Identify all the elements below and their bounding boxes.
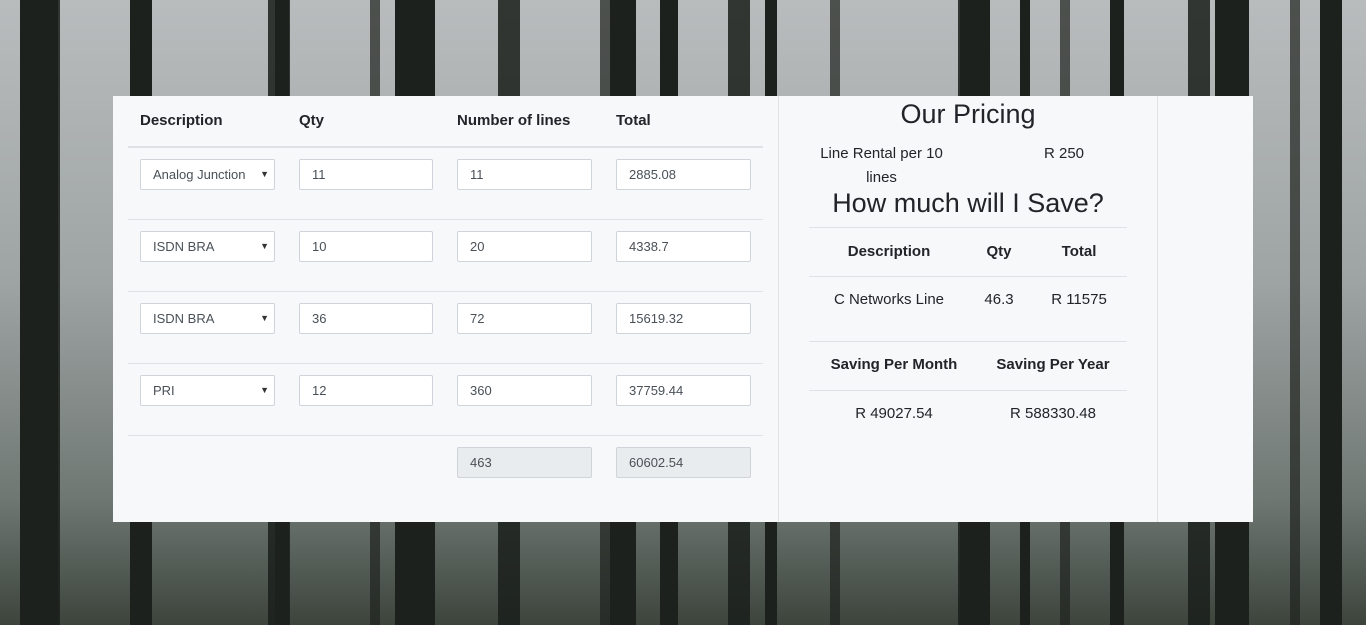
qty-input[interactable]: 11 <box>299 159 433 190</box>
lines-input[interactable]: 72 <box>457 303 592 334</box>
header-lines: Number of lines <box>457 112 571 129</box>
qty-input[interactable]: 36 <box>299 303 433 334</box>
qty-input[interactable]: 10 <box>299 231 433 262</box>
chevron-down-icon: ▼ <box>260 313 269 323</box>
total-input[interactable]: 15619.32 <box>616 303 751 334</box>
savings-row-qty: 46.3 <box>984 291 1014 308</box>
savings-row-description: C Networks Line <box>833 291 945 308</box>
header-qty: Qty <box>299 112 325 129</box>
table-row: ISDN BRA ▼ 36 72 15619.32 <box>128 291 763 364</box>
description-select[interactable]: PRI ▼ <box>140 375 275 406</box>
line-rental-value: R 250 <box>1043 145 1085 162</box>
chevron-down-icon: ▼ <box>260 385 269 395</box>
savings-header-description: Description <box>847 243 931 260</box>
lines-input[interactable]: 20 <box>457 231 592 262</box>
saving-per-month-value: R 49027.54 <box>855 405 933 422</box>
total-lines-field: 463 <box>457 447 592 478</box>
calculator-panel: Description Qty Number of lines Total An… <box>113 96 1253 522</box>
table-row: PRI ▼ 12 360 37759.44 <box>128 363 763 436</box>
description-select[interactable]: Analog Junction ▼ <box>140 159 275 190</box>
savings-header-qty: Qty <box>986 243 1012 260</box>
lines-table: Description Qty Number of lines Total An… <box>113 96 779 522</box>
pricing-title: Our Pricing <box>900 99 1036 129</box>
description-select[interactable]: ISDN BRA ▼ <box>140 303 275 334</box>
lines-input[interactable]: 11 <box>457 159 592 190</box>
savings-title: How much will I Save? <box>832 188 1104 218</box>
saving-per-year-label: Saving Per Year <box>996 356 1110 373</box>
header-description: Description <box>140 112 223 129</box>
total-input[interactable]: 4338.7 <box>616 231 751 262</box>
total-input[interactable]: 37759.44 <box>616 375 751 406</box>
table-header: Description Qty Number of lines Total <box>128 96 763 148</box>
pricing-section: Our Pricing Line Rental per 10 lines R 2… <box>779 96 1158 522</box>
lines-input[interactable]: 360 <box>457 375 592 406</box>
savings-table-header: Description Qty Total <box>809 227 1127 277</box>
total-input[interactable]: 2885.08 <box>616 159 751 190</box>
chevron-down-icon: ▼ <box>260 241 269 251</box>
header-total: Total <box>616 112 651 129</box>
savings-header-total: Total <box>1061 243 1097 260</box>
table-row: ISDN BRA ▼ 10 20 4338.7 <box>128 219 763 292</box>
grand-total-field: 60602.54 <box>616 447 751 478</box>
chevron-down-icon: ▼ <box>260 169 269 179</box>
qty-input[interactable]: 12 <box>299 375 433 406</box>
description-select[interactable]: ISDN BRA ▼ <box>140 231 275 262</box>
totals-row: 463 60602.54 <box>128 435 763 507</box>
saving-per-year-value: R 588330.48 <box>1010 405 1096 422</box>
savings-row-total: R 11575 <box>1051 291 1107 308</box>
line-rental-label: Line Rental per 10 lines <box>820 145 943 186</box>
table-row: Analog Junction ▼ 11 11 2885.08 <box>128 147 763 220</box>
saving-per-month-label: Saving Per Month <box>830 356 958 373</box>
